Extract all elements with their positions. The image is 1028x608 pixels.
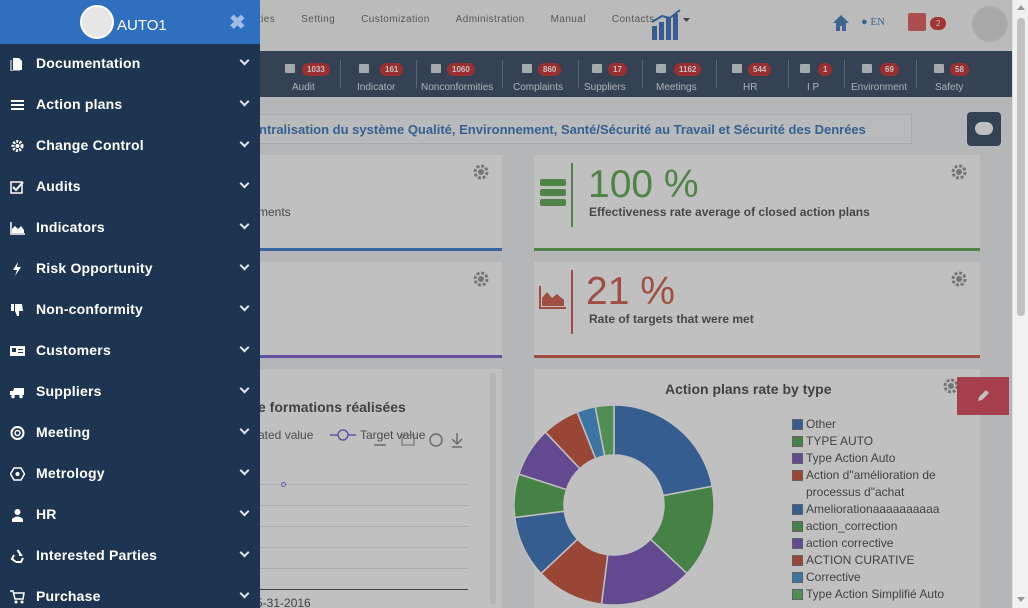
sidebar-item-label: HR xyxy=(36,506,57,522)
chevron-down-icon xyxy=(239,506,250,517)
sidebar-item-label: Action plans xyxy=(36,96,123,112)
side-menu: AUTO1 ✖ Documentation Action plans Chang… xyxy=(0,0,260,608)
sidebar-item-label: Change Control xyxy=(36,137,144,153)
chevron-down-icon xyxy=(239,260,250,271)
life-ring-icon xyxy=(10,426,25,440)
sidebar-item-documentation[interactable]: Documentation xyxy=(0,48,260,89)
sidebar-item-label: Customers xyxy=(36,342,111,358)
scroll-up-icon[interactable] xyxy=(1017,5,1025,10)
sidebar-item-interested-parties[interactable]: Interested Parties xyxy=(0,540,260,581)
scroll-down-icon[interactable] xyxy=(1017,597,1025,602)
sidebar-header: AUTO1 ✖ xyxy=(0,0,260,44)
sidebar-item-label: Purchase xyxy=(36,588,101,604)
chevron-down-icon xyxy=(239,137,250,148)
chevron-down-icon xyxy=(239,424,250,435)
thumbs-down-icon xyxy=(11,304,23,316)
area-chart-icon xyxy=(10,222,25,235)
chevron-down-icon xyxy=(239,55,250,66)
sidebar-item-audits[interactable]: Audits xyxy=(0,171,260,212)
scrollbar-thumb[interactable] xyxy=(1017,18,1025,316)
truck-icon xyxy=(10,388,24,399)
bolt-icon xyxy=(13,262,21,276)
sidebar-item-label: Suppliers xyxy=(36,383,102,399)
chevron-down-icon xyxy=(239,547,250,558)
sidebar-item-risk-opportunity[interactable]: Risk Opportunity xyxy=(0,253,260,294)
sidebar-item-customers[interactable]: Customers xyxy=(0,335,260,376)
hexagon-icon xyxy=(10,467,25,481)
file-icon xyxy=(10,58,22,71)
avatar[interactable] xyxy=(80,5,114,39)
list-icon xyxy=(11,100,24,110)
chevron-down-icon xyxy=(239,96,250,107)
sidebar-item-non-conformity[interactable]: Non-conformity xyxy=(0,294,260,335)
chevron-down-icon xyxy=(239,588,250,599)
sidebar-username: AUTO1 xyxy=(117,17,167,34)
sidebar-item-hr[interactable]: HR xyxy=(0,499,260,540)
chevron-down-icon xyxy=(239,342,250,353)
gear-icon xyxy=(11,140,24,152)
chevron-down-icon xyxy=(239,383,250,394)
recycle-icon xyxy=(10,549,24,563)
chevron-down-icon xyxy=(239,178,250,189)
chevron-down-icon xyxy=(239,301,250,312)
sidebar-item-metrology[interactable]: Metrology xyxy=(0,458,260,499)
sidebar-item-label: Audits xyxy=(36,178,81,194)
user-icon xyxy=(12,509,23,522)
sidebar-item-label: Non-conformity xyxy=(36,301,144,317)
page-scrollbar[interactable] xyxy=(1012,0,1028,608)
sidebar-item-label: Risk Opportunity xyxy=(36,260,153,276)
sidebar-item-suppliers[interactable]: Suppliers xyxy=(0,376,260,417)
sidebar-item-purchase[interactable]: Purchase xyxy=(0,581,260,608)
sidebar-item-indicators[interactable]: Indicators xyxy=(0,212,260,253)
chevron-down-icon xyxy=(239,465,250,476)
sidebar-item-action-plans[interactable]: Action plans xyxy=(0,89,260,130)
sidebar-item-label: Meeting xyxy=(36,424,91,440)
sidebar-item-label: Documentation xyxy=(36,55,141,71)
sidebar-item-meeting[interactable]: Meeting xyxy=(0,417,260,458)
sidebar-item-label: Indicators xyxy=(36,219,105,235)
close-icon[interactable]: ✖ xyxy=(229,13,246,33)
cart-icon xyxy=(10,590,25,604)
sidebar-item-label: Metrology xyxy=(36,465,105,481)
chevron-down-icon xyxy=(239,219,250,230)
id-card-icon xyxy=(10,346,25,356)
sidebar-item-change-control[interactable]: Change Control xyxy=(0,130,260,171)
check-square-icon xyxy=(10,181,24,194)
sidebar-item-label: Interested Parties xyxy=(36,547,158,563)
